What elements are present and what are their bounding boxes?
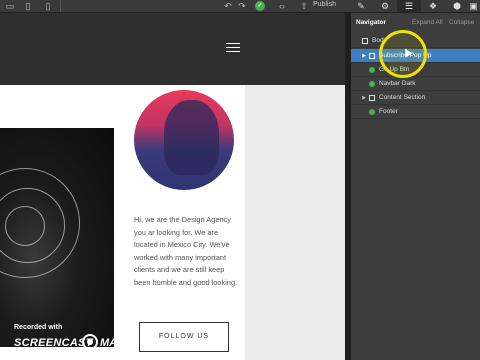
watermark-recorded-text: Recorded with [14, 324, 63, 331]
tree-item-label: Navbar Dark [379, 80, 416, 87]
caret-right-icon[interactable]: ▶ [361, 91, 367, 105]
symbols-icon[interactable]: ⬢ [445, 0, 469, 12]
publish-button[interactable]: Publish [313, 0, 336, 12]
redo-icon[interactable]: ↷ [236, 0, 248, 12]
undo-icon[interactable]: ↶ [222, 0, 234, 12]
publish-icon[interactable]: ⇧ [298, 0, 310, 12]
brush-icon[interactable]: ✎ [349, 0, 373, 12]
saved-check-icon: ✓ [255, 1, 265, 11]
caret-right-icon[interactable]: ▶ [361, 49, 367, 63]
desktop-icon[interactable]: ▭ [4, 0, 16, 12]
tree-item-label: Footer [379, 108, 398, 115]
top-toolbar: ▭ ▯ ▯ ↶ ↷ ✓ ‹› ⇧ Publish ✎ ⚙ ☰ ❖ ⬢ ▣ [0, 0, 480, 13]
navbar-dark[interactable] [0, 13, 345, 85]
record-icon [82, 334, 98, 350]
gear-icon[interactable]: ⚙ [373, 0, 397, 12]
watermark-brand-left: SCREENCAST [14, 337, 93, 349]
component-icon [369, 81, 375, 87]
follow-us-button[interactable]: FOLLOW US [139, 322, 229, 352]
webflow-designer: ▭ ▯ ▯ ↶ ↷ ✓ ‹› ⇧ Publish ✎ ⚙ ☰ ❖ ⬢ ▣ Hi, [0, 0, 480, 360]
watermark-brand-right: MATIC [100, 337, 135, 349]
box-icon [369, 53, 375, 59]
hamburger-menu-icon[interactable] [226, 43, 240, 53]
team-circle-photo [134, 90, 234, 190]
mobile-icon[interactable]: ▯ [42, 0, 54, 12]
box-icon [362, 38, 368, 44]
tree-item-content-section[interactable]: ▶ Content Section [351, 91, 480, 105]
box-icon [369, 95, 375, 101]
collapse-button[interactable]: Collapse [449, 19, 474, 26]
component-icon [369, 67, 375, 73]
interactions-icon[interactable]: ❖ [421, 0, 445, 12]
toolbar-divider [60, 0, 61, 12]
assets-icon[interactable]: ▣ [467, 0, 480, 12]
navigator-title: Navigator [356, 19, 386, 26]
about-paragraph: Hi, we are the Design Agency you ar look… [134, 215, 238, 287]
navigator-header: Navigator Expand All Collapse [351, 13, 480, 31]
navigator-icon[interactable]: ☰ [397, 0, 421, 12]
code-icon[interactable]: ‹› [276, 0, 288, 12]
camera-lens-photo [0, 128, 114, 347]
component-icon [369, 109, 375, 115]
tree-item-navbar-dark[interactable]: Navbar Dark [351, 77, 480, 91]
tree-item-label: Content Section [379, 94, 426, 101]
expand-all-button[interactable]: Expand All [412, 19, 443, 26]
tree-item-footer[interactable]: Footer [351, 105, 480, 119]
canvas-background [245, 85, 345, 360]
tablet-icon[interactable]: ▯ [22, 0, 34, 12]
